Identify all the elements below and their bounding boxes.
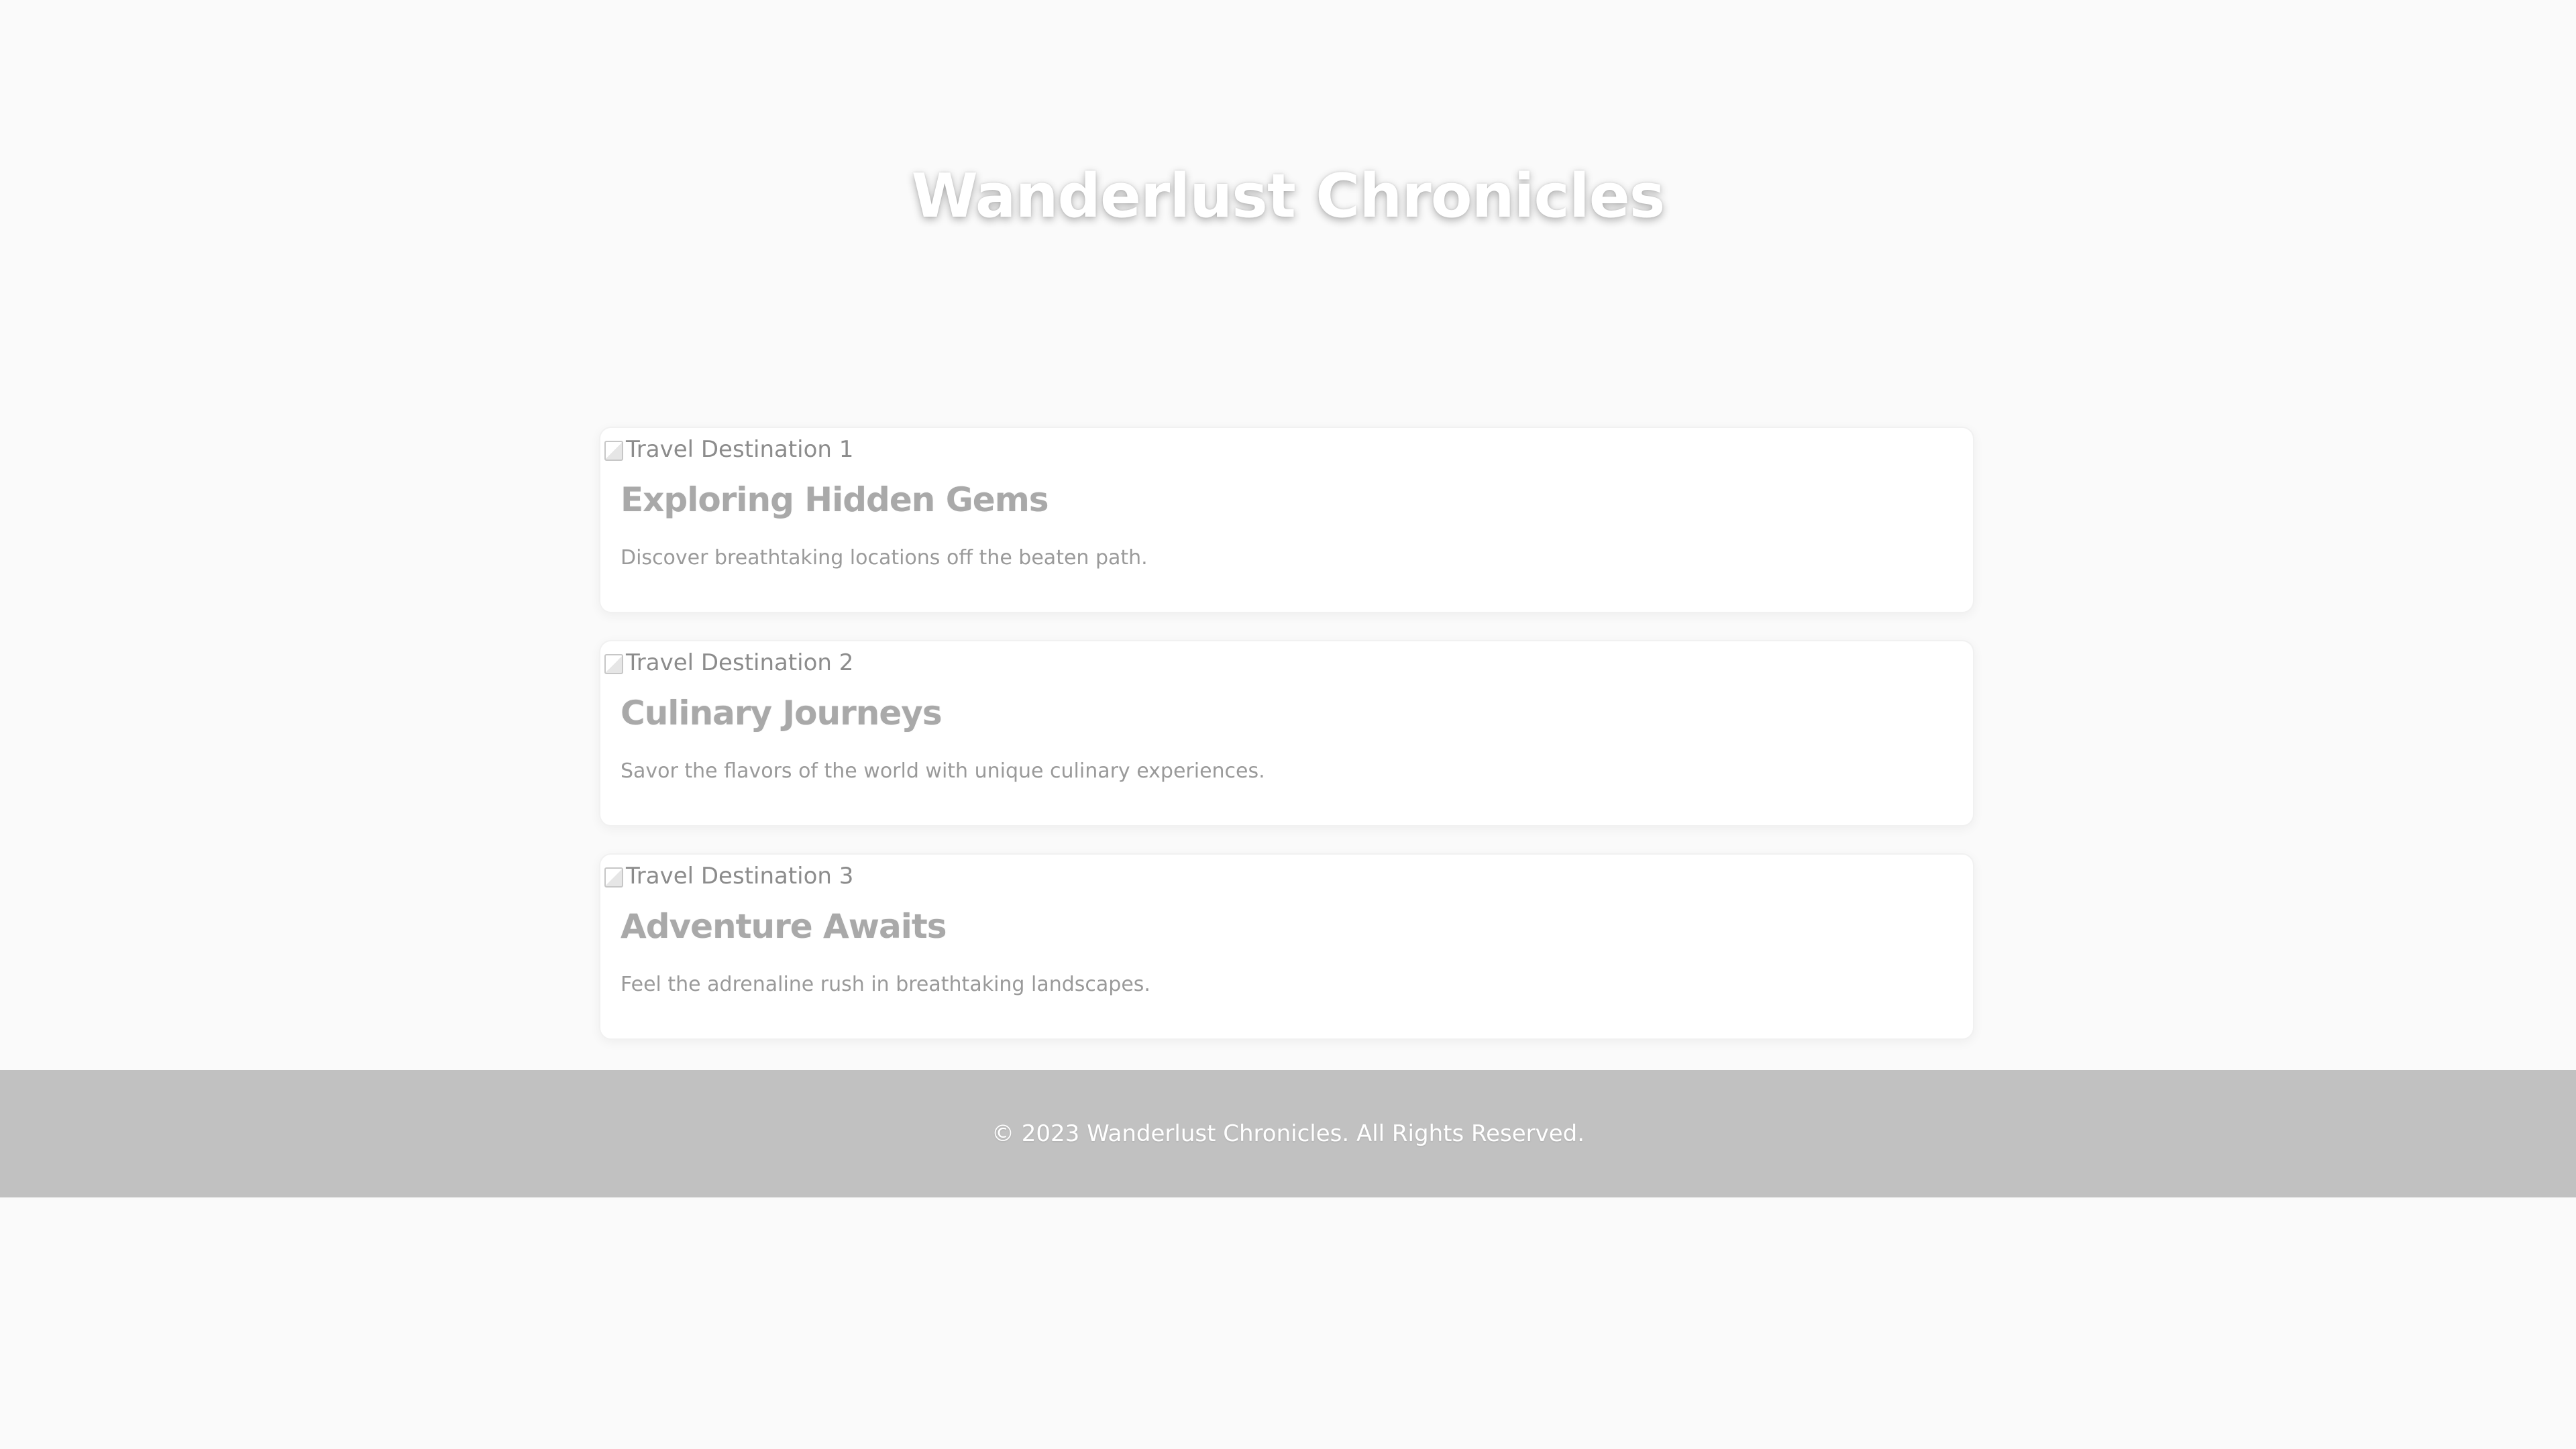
broken-image-icon: [603, 651, 623, 674]
broken-image-icon: [603, 865, 623, 888]
posts-list: Travel Destination 1 Exploring Hidden Ge…: [599, 427, 1974, 1067]
post-description: Savor the flavors of the world with uniq…: [621, 759, 1265, 783]
post-title[interactable]: Adventure Awaits: [621, 907, 947, 946]
site-footer: © 2023 Wanderlust Chronicles. All Rights…: [0, 1070, 2576, 1197]
post-card-2[interactable]: Travel Destination 2 Culinary Journeys S…: [599, 640, 1974, 826]
post-image-alt-text: Travel Destination 3: [626, 863, 854, 890]
site-title: Wanderlust Chronicles: [911, 161, 1666, 231]
post-image-3: Travel Destination 3: [603, 859, 853, 894]
post-image-2: Travel Destination 2: [603, 645, 853, 680]
site-header: Wanderlust Chronicles: [0, 0, 2576, 402]
post-image-1: Travel Destination 1: [603, 432, 853, 467]
post-image-alt-text: Travel Destination 1: [626, 436, 854, 463]
post-title[interactable]: Exploring Hidden Gems: [621, 480, 1049, 519]
post-title[interactable]: Culinary Journeys: [621, 694, 943, 733]
post-description: Feel the adrenaline rush in breathtaking…: [621, 973, 1150, 996]
post-card-3[interactable]: Travel Destination 3 Adventure Awaits Fe…: [599, 853, 1974, 1040]
post-image-alt-text: Travel Destination 2: [626, 649, 854, 676]
post-description: Discover breathtaking locations off the …: [621, 546, 1148, 570]
post-card-1[interactable]: Travel Destination 1 Exploring Hidden Ge…: [599, 427, 1974, 613]
broken-image-icon: [603, 438, 623, 461]
copyright-text: © 2023 Wanderlust Chronicles. All Rights…: [991, 1120, 1585, 1147]
